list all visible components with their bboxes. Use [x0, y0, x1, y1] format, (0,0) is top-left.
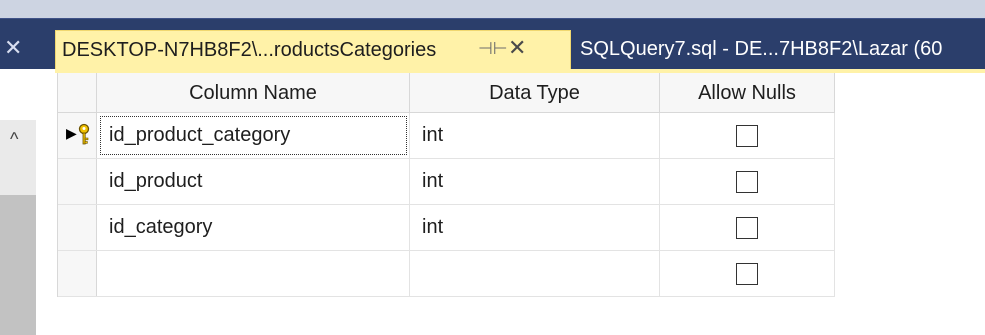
column-name-cell[interactable]: id_product_category — [97, 113, 410, 158]
row-selector[interactable] — [58, 205, 97, 250]
table-row[interactable]: id_product int — [58, 159, 835, 205]
scrollbar-thumb[interactable] — [0, 195, 36, 335]
data-type-header: Data Type — [410, 73, 660, 112]
tab-table-designer[interactable]: DESKTOP-N7HB8F2\...roductsCategories ⊣⊢ … — [55, 30, 571, 70]
chevron-up-icon[interactable]: ^ — [10, 129, 18, 150]
top-strip-left — [0, 0, 33, 18]
tab-title: SQLQuery7.sql - DE...7HB8F2\Lazar (60 — [580, 38, 943, 60]
column-name-header: Column Name — [97, 73, 410, 112]
column-name-cell[interactable]: id_category — [97, 205, 410, 250]
primary-key-icon — [78, 123, 90, 145]
grid-header-row: Column Name Data Type Allow Nulls — [58, 73, 835, 113]
tab-title: DESKTOP-N7HB8F2\...roductsCategories — [62, 39, 437, 61]
allow-nulls-cell — [660, 251, 835, 296]
column-name-cell[interactable]: id_product — [97, 159, 410, 204]
allow-nulls-cell — [660, 113, 835, 158]
tab-sql-query[interactable]: SQLQuery7.sql - DE...7HB8F2\Lazar (60 — [574, 30, 985, 70]
left-panel-blank — [0, 73, 36, 120]
row-selector-header — [58, 73, 97, 112]
row-selector[interactable] — [58, 159, 97, 204]
allow-nulls-cell — [660, 159, 835, 204]
row-selector[interactable] — [58, 251, 97, 296]
panel-close-icon[interactable]: ✕ — [0, 33, 36, 63]
table-row[interactable]: id_category int — [58, 205, 835, 251]
allow-nulls-cell — [660, 205, 835, 250]
data-type-cell[interactable]: int — [410, 159, 660, 204]
window-top-strip — [0, 0, 985, 18]
allow-nulls-checkbox[interactable] — [736, 216, 758, 239]
allow-nulls-checkbox[interactable] — [736, 124, 758, 147]
left-panel: ^ — [0, 73, 36, 335]
close-icon[interactable]: ✕ — [508, 35, 526, 61]
table-designer-grid: Column Name Data Type Allow Nulls ▶ id_p… — [57, 73, 835, 297]
data-type-cell[interactable] — [410, 251, 660, 296]
allow-nulls-checkbox[interactable] — [736, 170, 758, 193]
column-name-cell[interactable] — [97, 251, 410, 296]
allow-nulls-header: Allow Nulls — [660, 73, 835, 112]
table-row[interactable]: ▶ id_product_category int — [58, 113, 835, 159]
allow-nulls-checkbox[interactable] — [736, 262, 758, 285]
row-selector[interactable]: ▶ — [58, 113, 97, 158]
document-tab-bar: ✕ DESKTOP-N7HB8F2\...roductsCategories ⊣… — [0, 18, 985, 70]
pin-icon[interactable]: ⊣⊢ — [478, 39, 508, 59]
table-row[interactable] — [58, 251, 835, 297]
current-row-arrow-icon: ▶ — [66, 125, 77, 141]
data-type-cell[interactable]: int — [410, 205, 660, 250]
data-type-cell[interactable]: int — [410, 113, 660, 158]
